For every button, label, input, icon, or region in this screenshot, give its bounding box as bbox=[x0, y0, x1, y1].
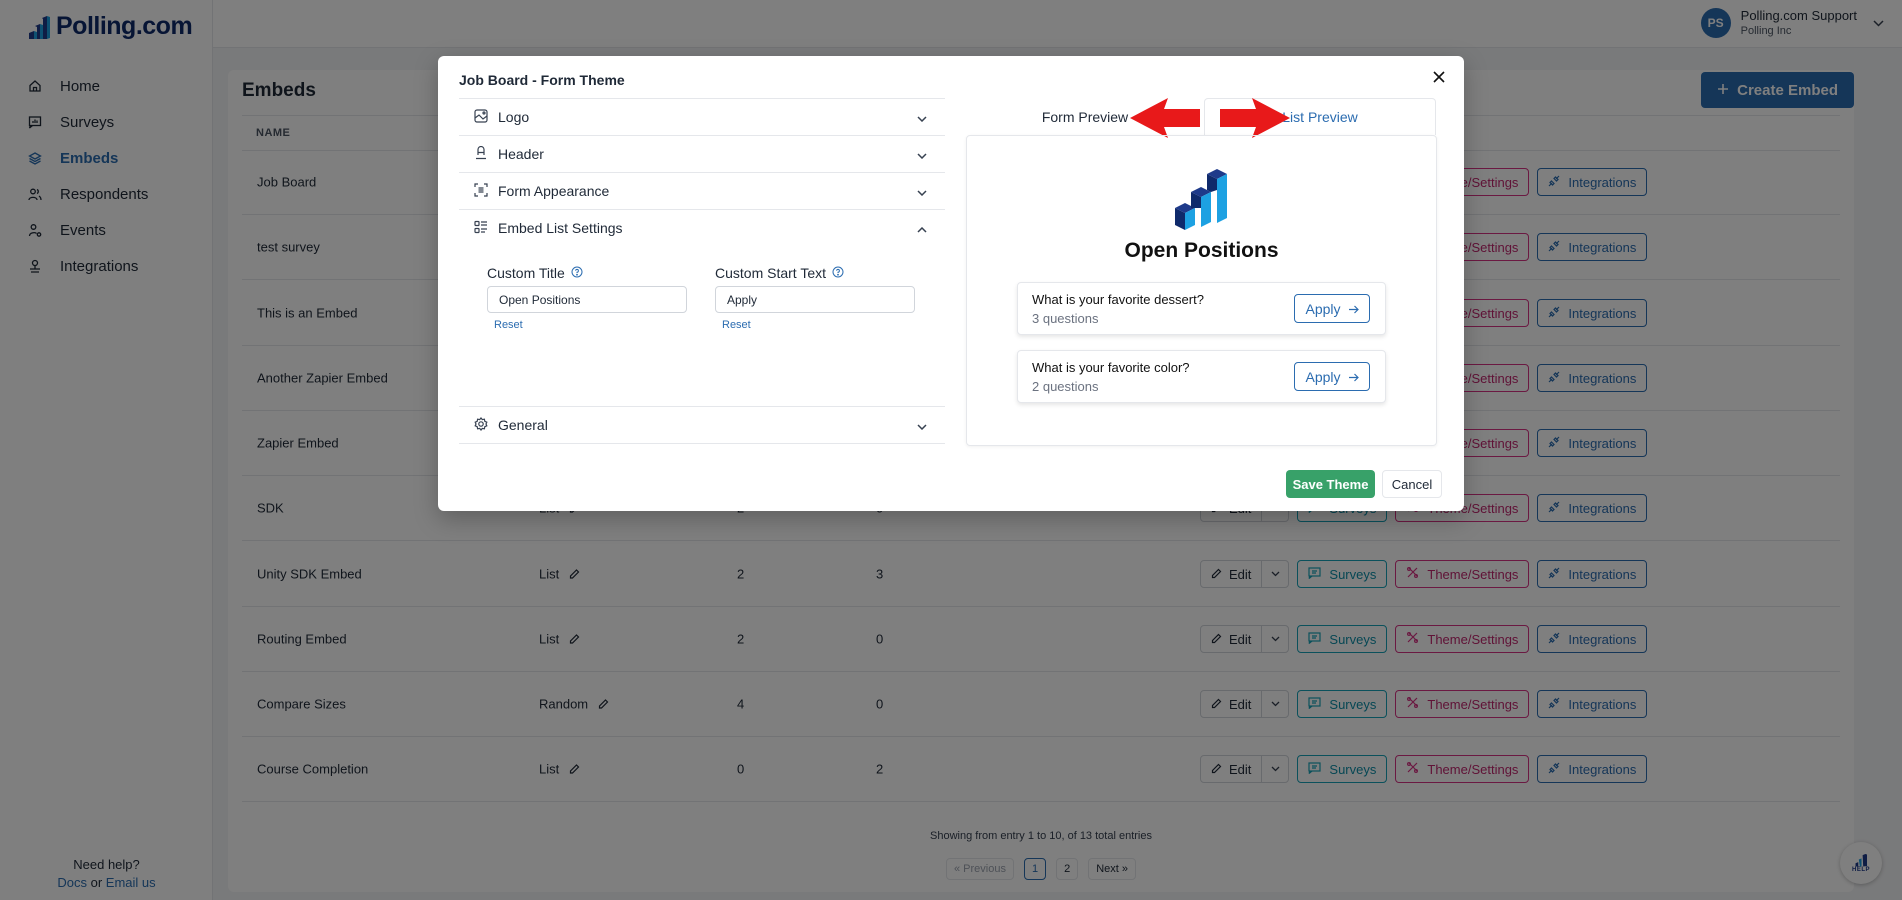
polling-logo-icon bbox=[1175, 169, 1227, 230]
arrow-right-icon bbox=[1348, 301, 1359, 317]
image-icon bbox=[474, 108, 488, 126]
theme-settings-accordion: Logo Header Form Appearance Embed List S… bbox=[459, 98, 945, 444]
custom-title-reset-link[interactable]: Reset bbox=[494, 319, 523, 331]
custom-start-text-label: Custom Start Text bbox=[715, 265, 827, 281]
chevron-down-icon bbox=[917, 417, 927, 433]
list-settings-icon bbox=[474, 220, 488, 237]
preview-item-question: What is your favorite dessert? bbox=[1032, 292, 1204, 307]
accordion-header-header[interactable]: Header bbox=[459, 136, 945, 172]
save-theme-button[interactable]: Save Theme bbox=[1286, 470, 1375, 498]
help-circle-icon[interactable] bbox=[832, 265, 844, 281]
arrow-right-icon bbox=[1348, 369, 1359, 385]
accordion-label: Form Appearance bbox=[498, 183, 610, 199]
accordion-general: General bbox=[459, 406, 945, 444]
accordion-header-general[interactable]: General bbox=[459, 407, 945, 443]
preview-apply-button[interactable]: Apply bbox=[1294, 362, 1370, 391]
preview-list-item: What is your favorite color? 2 questions… bbox=[1017, 350, 1386, 403]
accordion-label: Embed List Settings bbox=[498, 220, 623, 236]
apply-label: Apply bbox=[1305, 300, 1341, 317]
accordion-embed-list-settings: Embed List Settings Custom Title Reset C… bbox=[459, 209, 945, 406]
accordion-form-appearance: Form Appearance bbox=[459, 172, 945, 209]
chevron-up-icon bbox=[917, 220, 927, 236]
accordion-header-section: Header bbox=[459, 135, 945, 172]
chevron-down-icon bbox=[917, 109, 927, 125]
annotation-arrow-left-icon bbox=[1130, 98, 1200, 138]
cancel-button[interactable]: Cancel bbox=[1382, 470, 1442, 498]
preview-item-count: 3 questions bbox=[1032, 311, 1099, 326]
gear-icon bbox=[474, 416, 488, 434]
preview-title: Open Positions bbox=[1124, 239, 1279, 262]
preview-list-item: What is your favorite dessert? 3 questio… bbox=[1017, 282, 1386, 335]
preview-item-count: 2 questions bbox=[1032, 379, 1099, 394]
header-icon bbox=[474, 145, 488, 163]
custom-title-label: Custom Title bbox=[487, 265, 565, 281]
accordion-header-logo[interactable]: Logo bbox=[459, 99, 945, 135]
accordion-label: Header bbox=[498, 146, 544, 162]
embed-list-settings-panel: Custom Title Reset Custom Start Text Res… bbox=[459, 246, 945, 406]
accordion-header-form-appearance[interactable]: Form Appearance bbox=[459, 173, 945, 209]
preview-apply-button[interactable]: Apply bbox=[1294, 294, 1370, 323]
close-icon bbox=[1433, 71, 1445, 83]
accordion-header-embed-list-settings[interactable]: Embed List Settings bbox=[459, 210, 945, 246]
apply-label: Apply bbox=[1305, 368, 1341, 385]
annotation-arrow-right-icon bbox=[1220, 98, 1290, 138]
form-appearance-icon bbox=[474, 182, 488, 200]
custom-start-text-input[interactable] bbox=[715, 286, 915, 313]
accordion-label: Logo bbox=[498, 109, 530, 125]
list-preview-panel: Open Positions What is your favorite des… bbox=[966, 135, 1437, 446]
form-theme-modal: Job Board - Form Theme Logo Header Form … bbox=[438, 56, 1464, 511]
preview-item-question: What is your favorite color? bbox=[1032, 360, 1190, 375]
chevron-down-icon bbox=[917, 183, 927, 199]
modal-title: Job Board - Form Theme bbox=[459, 72, 625, 88]
custom-start-text-field: Custom Start Text Reset bbox=[715, 264, 915, 331]
custom-start-text-reset-link[interactable]: Reset bbox=[722, 319, 751, 331]
close-button[interactable] bbox=[1428, 66, 1450, 88]
custom-title-field: Custom Title Reset bbox=[487, 264, 687, 331]
accordion-logo: Logo bbox=[459, 98, 945, 135]
custom-title-input[interactable] bbox=[487, 286, 687, 313]
help-circle-icon[interactable] bbox=[571, 265, 583, 281]
chevron-down-icon bbox=[917, 146, 927, 162]
accordion-label: General bbox=[498, 417, 548, 433]
